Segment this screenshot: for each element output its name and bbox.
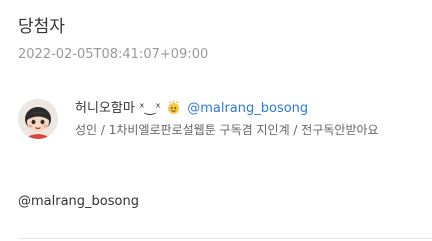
winner-card: 허니오함마 ˣ‿ˣ @malrang_bosong 성인 / 1차비엘로판로설웹… [18, 98, 428, 146]
timestamp: 2022-02-05T08:41:07+09:00 [18, 47, 209, 62]
profile-bio: 성인 / 1차비엘로판로설웹툰 구독겸 지인계 / 전구독안받아요 [75, 123, 379, 137]
display-name: 허니오함마 ˣ‿ˣ [75, 101, 161, 116]
divider [18, 238, 432, 239]
avatar[interactable] [18, 99, 58, 139]
avatar-image [18, 99, 58, 139]
display-name-row: 허니오함마 ˣ‿ˣ @malrang_bosong [75, 100, 308, 118]
page-title: 당첨자 [18, 17, 65, 37]
sparkle-face-icon [166, 100, 181, 115]
mention-text: @malrang_bosong [18, 194, 139, 209]
profile-handle-link[interactable]: @malrang_bosong [187, 101, 308, 116]
